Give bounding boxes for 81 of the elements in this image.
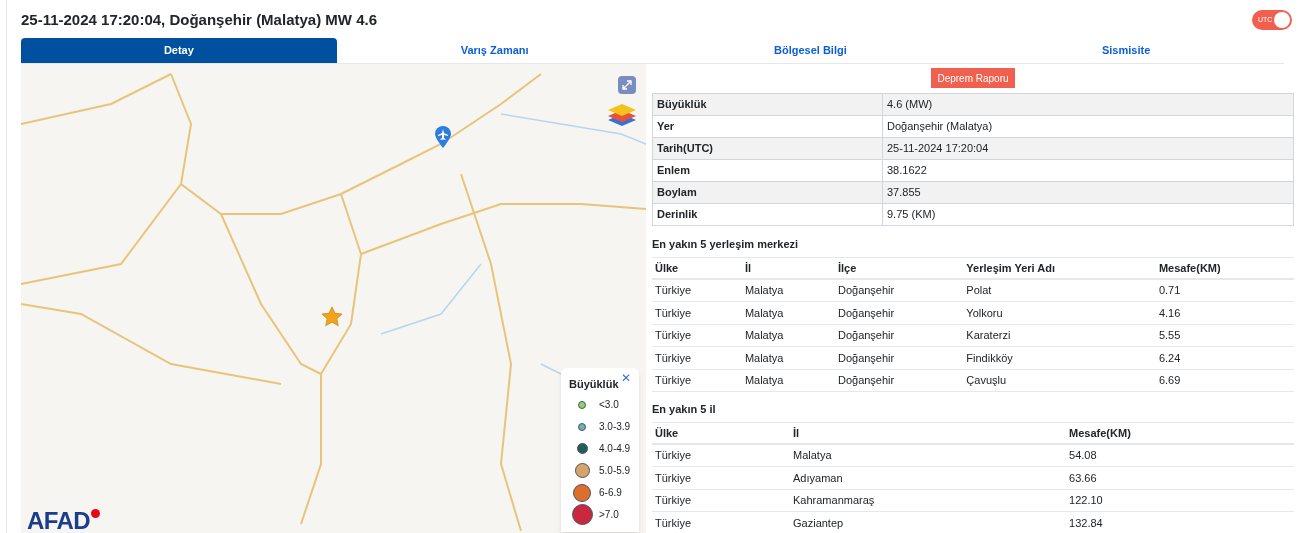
table-cell: Türkiye — [652, 369, 742, 392]
column-header: İl — [741, 257, 835, 279]
legend-label: <3.0 — [599, 398, 619, 412]
table-cell: Adıyaman — [790, 466, 1067, 489]
table-cell: Findikköy — [963, 346, 1156, 369]
table-cell: Doğanşehir — [834, 346, 964, 369]
expand-icon — [622, 80, 632, 90]
expand-button[interactable] — [618, 76, 636, 94]
table-cell: Malatya — [741, 301, 835, 324]
detail-label: Boylam — [652, 181, 883, 204]
legend-label: 3.0-3.9 — [599, 420, 631, 434]
table-cell: Karaterzi — [963, 324, 1156, 347]
table-cell: 5.55 — [1155, 324, 1294, 347]
page-title: 25-11-2024 17:20:04, Doğanşehir (Malatya) MW 4.6 — [21, 9, 377, 30]
table-cell: Malatya — [741, 346, 835, 369]
detail-value: Doğanşehir (Malatya) — [882, 115, 1294, 138]
column-header: Ülke — [652, 422, 790, 444]
detail-label: Büyüklük — [652, 93, 883, 116]
detail-value: 25-11-2024 17:20:04 — [882, 137, 1294, 160]
detail-label: Derinlik — [652, 203, 883, 226]
table-cell: Gaziantep — [790, 511, 1067, 533]
table-cell: Çavuşlu — [963, 369, 1156, 392]
column-header: Yerleşim Yeri Adı — [963, 257, 1156, 279]
detail-value: 38.1622 — [882, 159, 1294, 182]
table-cell: Türkiye — [652, 489, 790, 512]
table-cell: Türkiye — [652, 444, 790, 467]
table-cell: Yolkoru — [963, 301, 1156, 324]
detail-value: 4.6 (MW) — [882, 93, 1294, 116]
legend-label: 6-6.9 — [599, 486, 622, 500]
table-cell: Türkiye — [652, 511, 790, 533]
legend-label: >7.0 — [599, 508, 619, 522]
table-cell: Türkiye — [652, 279, 742, 302]
table-cell: 122.10 — [1066, 489, 1294, 512]
table-cell: Doğanşehir — [834, 301, 964, 324]
detail-label: Tarih(UTC) — [652, 137, 883, 160]
table-cell: 6.24 — [1155, 346, 1294, 369]
logo: AFAD — [27, 509, 90, 533]
table-cell: Türkiye — [652, 301, 742, 324]
column-header: İlçe — [834, 257, 964, 279]
column-header: Mesafe(KM) — [1066, 422, 1294, 444]
detail-label: Yer — [652, 115, 883, 138]
table-cell: 132.84 — [1066, 511, 1294, 533]
layers-icon[interactable] — [607, 102, 637, 128]
detail-value: 9.75 (KM) — [882, 203, 1294, 226]
table-cell: Malatya — [741, 369, 835, 392]
star-icon[interactable] — [321, 306, 343, 328]
tab[interactable]: Detay — [21, 38, 337, 63]
table-cell: Türkiye — [652, 346, 742, 369]
table-cell: Doğanşehir — [834, 369, 964, 392]
legend-title: Büyüklük — [569, 377, 619, 392]
tab[interactable]: Sismisite — [968, 38, 1284, 63]
detail-value: 37.855 — [882, 181, 1294, 204]
table-cell: Malatya — [790, 444, 1067, 467]
column-header: Mesafe(KM) — [1155, 257, 1294, 279]
airplane-icon — [435, 126, 451, 148]
table-cell: 63.66 — [1066, 466, 1294, 489]
table-cell: 6.69 — [1155, 369, 1294, 392]
table-cell: Doğanşehir — [834, 324, 964, 347]
table-cell: Türkiye — [652, 466, 790, 489]
table-cell: Kahramanmaraş — [790, 489, 1067, 512]
close-button[interactable]: ✕ — [621, 372, 631, 384]
table-cell: Türkiye — [652, 324, 742, 347]
table-cell: 0.71 — [1155, 279, 1294, 302]
table-cell: Malatya — [741, 279, 835, 302]
table-cell: Doğanşehir — [834, 279, 964, 302]
flag-icon — [90, 509, 100, 518]
table-cell: 4.16 — [1155, 301, 1294, 324]
table-cell: Malatya — [741, 324, 835, 347]
section-heading: En yakın 5 yerleşim merkezi — [652, 237, 800, 252]
report-button[interactable]: Deprem Raporu — [931, 68, 1015, 88]
tab[interactable]: Bölgesel Bilgi — [652, 38, 969, 63]
legend-label: 4.0-4.9 — [599, 442, 631, 456]
tab[interactable]: Varış Zamanı — [336, 38, 653, 63]
table-cell: 54.08 — [1066, 444, 1294, 467]
section-heading: En yakın 5 il — [652, 402, 717, 417]
detail-label: Enlem — [652, 159, 883, 182]
column-header: İl — [790, 422, 1067, 444]
legend-label: 5.0-5.9 — [599, 464, 631, 478]
column-header: Ülke — [652, 257, 742, 279]
table-cell: Polat — [963, 279, 1156, 302]
map[interactable]: AFAD Büyüklük ✕ <3.0 3.0-3.9 4.0-4.9 5.0-5.9 6-6.9 >7.0 — [21, 64, 646, 533]
